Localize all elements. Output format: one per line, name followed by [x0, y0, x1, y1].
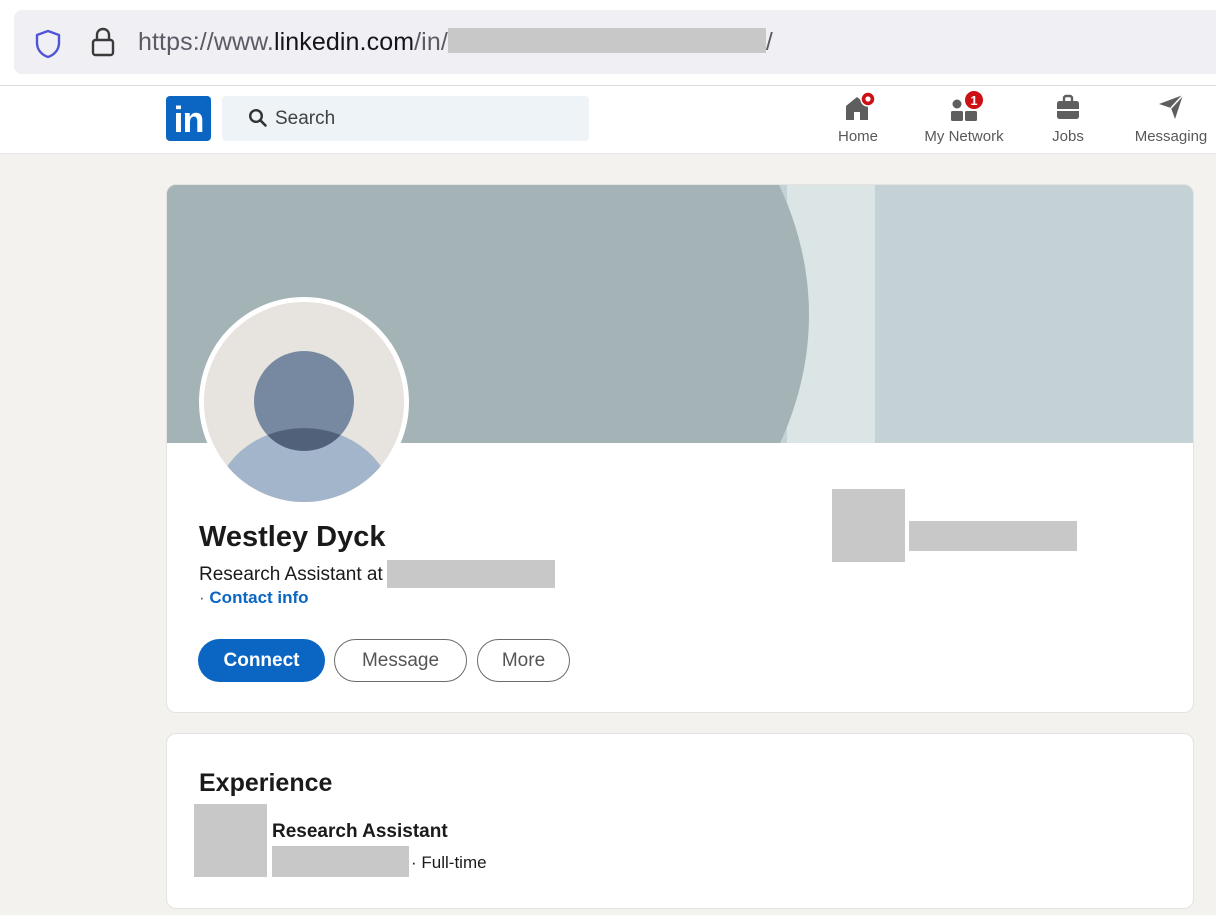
linkedin-logo[interactable]: in — [166, 96, 211, 141]
nav-item-messaging[interactable]: Messaging — [1126, 92, 1216, 152]
connect-button[interactable]: Connect — [198, 639, 325, 682]
url-text[interactable]: https://www.linkedin.com/in/ / — [138, 28, 773, 57]
nav-label-messaging: Messaging — [1134, 128, 1208, 145]
experience-title: Experience — [199, 769, 333, 797]
redacted-company-name — [909, 521, 1077, 551]
contact-separator: · — [199, 588, 205, 607]
experience-meta: · Full-time — [272, 846, 487, 877]
lock-icon[interactable] — [90, 26, 116, 58]
profile-card: Westley Dyck Research Assistant at · Con… — [166, 184, 1194, 713]
nav-item-home[interactable]: Home — [830, 92, 886, 152]
redacted-block — [272, 846, 409, 877]
search-placeholder: Search — [275, 108, 336, 129]
home-icon — [830, 92, 886, 122]
contact-info-link[interactable]: Contact info — [209, 588, 308, 607]
more-button[interactable]: More — [477, 639, 570, 682]
network-icon: 1 — [914, 90, 1014, 122]
send-icon — [1126, 92, 1216, 122]
profile-headline: Research Assistant at — [199, 560, 555, 588]
nav-item-my-network[interactable]: 1 My Network — [914, 90, 1014, 152]
nav-label-jobs: Jobs — [1052, 128, 1084, 145]
redacted-block — [447, 28, 766, 53]
url-path: /in/ — [414, 28, 448, 56]
employment-type: · Full-time — [411, 853, 487, 872]
linkedin-navbar: in Search Home 1 My Network Jobs Messagi… — [0, 86, 1216, 154]
experience-role: Research Assistant — [272, 821, 448, 842]
notification-badge: 1 — [964, 90, 984, 110]
experience-card: Experience Research Assistant · Full-tim… — [166, 733, 1194, 909]
profile-name: Westley Dyck — [199, 521, 386, 553]
address-bar[interactable]: https://www.linkedin.com/in/ / — [14, 10, 1216, 74]
redacted-company-logo — [832, 489, 905, 562]
briefcase-icon — [1040, 92, 1096, 122]
browser-toolbar: https://www.linkedin.com/in/ / — [0, 0, 1216, 86]
search-icon — [248, 108, 267, 127]
search-input[interactable]: Search — [222, 96, 589, 141]
redacted-company-logo — [194, 804, 267, 877]
contact-line: · Contact info — [199, 588, 309, 608]
redacted-block — [386, 560, 555, 588]
nav-label-my-network: My Network — [924, 128, 1004, 145]
message-button[interactable]: Message — [334, 639, 467, 682]
shield-icon[interactable] — [34, 29, 62, 59]
url-domain: linkedin.com — [273, 28, 415, 56]
nav-label-home: Home — [837, 128, 878, 145]
url-prefix: https://www. — [138, 28, 274, 56]
nav-item-jobs[interactable]: Jobs — [1040, 92, 1096, 152]
url-suffix: / — [765, 28, 773, 56]
avatar[interactable] — [204, 302, 404, 502]
headline-text: Research Assistant at — [199, 564, 383, 585]
